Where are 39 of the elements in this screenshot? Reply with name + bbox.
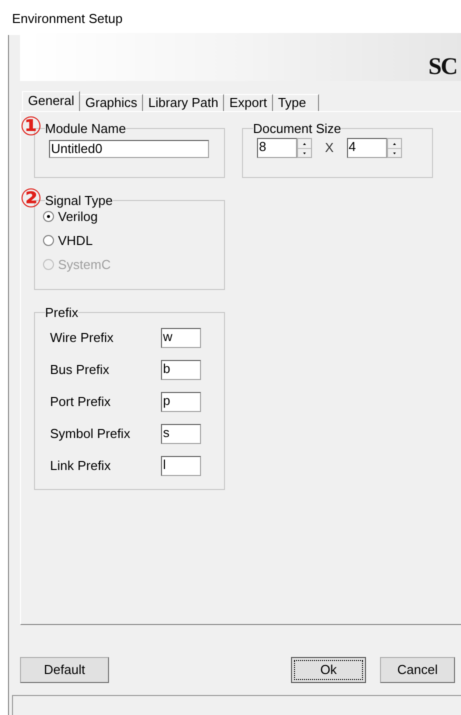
prefix-label: Port Prefix [50, 394, 112, 410]
dialog-button[interactable]: Ok [291, 657, 366, 684]
window-title: Environment Setup [11, 10, 124, 28]
tab[interactable]: Library Path [143, 94, 224, 110]
times-separator: X [324, 138, 335, 157]
prefix-label: Symbol Prefix [50, 426, 132, 442]
group-label: Prefix [45, 306, 78, 320]
logo: SC [428, 54, 457, 79]
text-field[interactable]: 8 [257, 138, 297, 158]
radio-label: Verilog [58, 208, 98, 224]
dialog-button[interactable]: Default [20, 657, 109, 684]
text-field[interactable]: w [161, 328, 201, 348]
group-label: Module Name [45, 122, 126, 136]
dialog-button[interactable]: Cancel [380, 657, 455, 684]
tab[interactable]: Export [224, 94, 273, 110]
radio-label: SystemC [58, 256, 111, 272]
radio-label: VHDL [58, 232, 93, 248]
prefix-label: Link Prefix [50, 458, 112, 474]
tab[interactable]: Graphics [80, 94, 144, 110]
prefix-label: Bus Prefix [50, 362, 110, 378]
text-field[interactable]: l [161, 456, 201, 476]
annotation-number: ① [20, 114, 42, 140]
text-field[interactable]: Untitled0 [49, 140, 209, 158]
tab[interactable]: General [22, 90, 80, 110]
text-field[interactable]: 4 [346, 138, 387, 158]
text-field[interactable]: s [161, 424, 201, 444]
spin-buttons[interactable] [297, 138, 312, 158]
prefix-label: Wire Prefix [50, 330, 115, 346]
group-label: Signal Type [45, 194, 113, 208]
radio-button[interactable] [43, 211, 54, 222]
spin-buttons[interactable] [386, 138, 402, 158]
group-label: Document Size [253, 122, 342, 136]
text-field[interactable]: b [161, 360, 201, 380]
down-arrow-icon [298, 148, 311, 156]
text-field[interactable]: p [161, 392, 201, 412]
radio-button[interactable] [43, 235, 54, 246]
annotation-number: ② [20, 186, 42, 212]
tab[interactable]: Type [272, 94, 320, 110]
down-arrow-icon [388, 148, 401, 156]
